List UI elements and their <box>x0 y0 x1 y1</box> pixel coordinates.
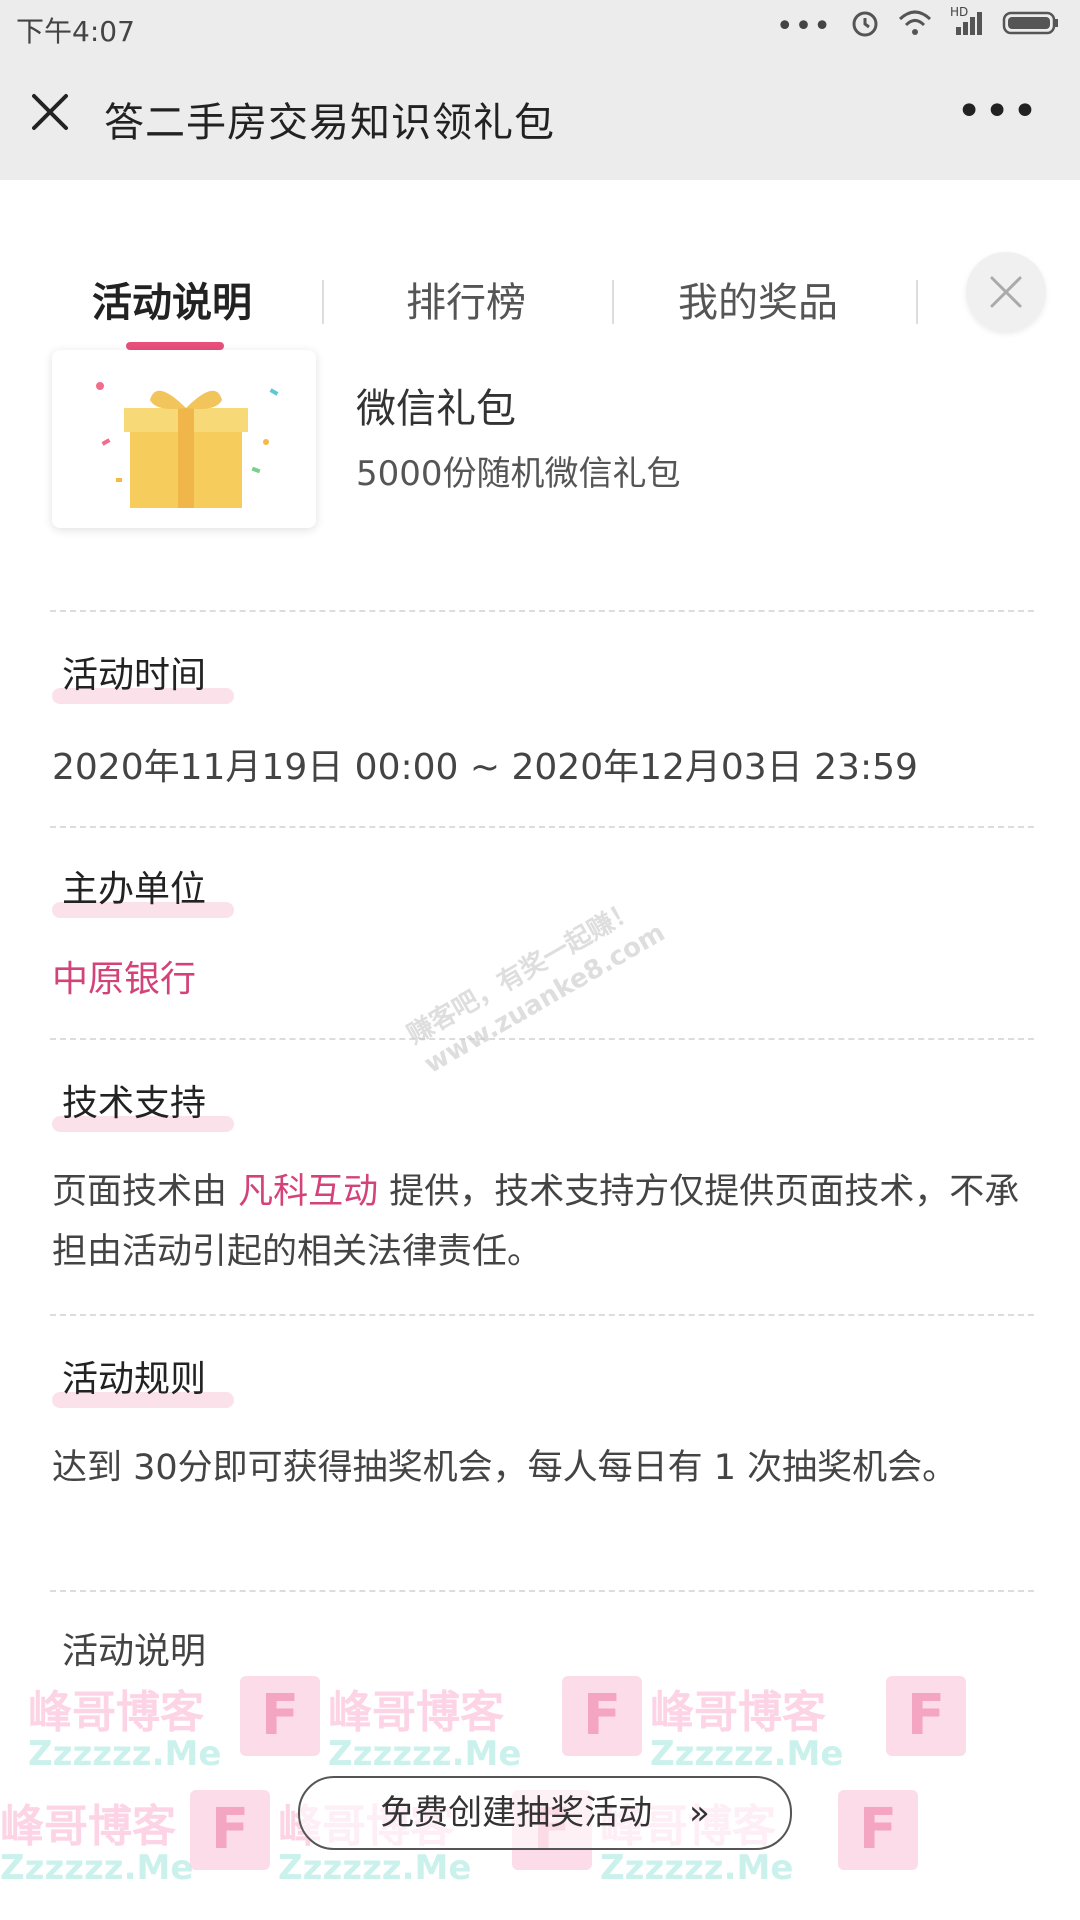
rules-text: 达到 30分即可获得抽奖机会，每人每日有 1 次抽奖机会。 <box>52 1448 958 1488</box>
page-title: 答二手房交易知识领礼包 <box>104 100 555 146</box>
watermark-row: 峰哥博客 Zzzzzz.Me F 峰哥博客 Zzzzzz.Me F 峰哥博客 Z… <box>0 1676 1080 1774</box>
tab-leaderboard[interactable]: 排行榜 <box>406 270 526 328</box>
watermark-brand: 峰哥博客 <box>0 1801 176 1852</box>
watermark-brand: 峰哥博客 <box>28 1687 204 1738</box>
close-icon <box>990 276 1022 308</box>
tab-divider <box>322 280 324 324</box>
tab-my-prizes[interactable]: 我的奖品 <box>678 270 838 328</box>
watermark-logo: F <box>838 1790 918 1870</box>
create-lottery-label: 免费创建抽奖活动 <box>380 1793 653 1833</box>
prize-description: 5000份随机微信礼包 <box>356 454 681 494</box>
tech-text-before: 页面技术由 <box>52 1172 239 1212</box>
watermark-tile: F 峰哥博客 Zzzzzz.Me <box>562 1676 862 1774</box>
tab-activity-description[interactable]: 活动说明 <box>92 270 252 328</box>
active-tab-indicator <box>126 342 224 350</box>
panel-close-button[interactable] <box>966 252 1046 332</box>
activity-panel: 活动说明 排行榜 我的奖品 微信礼包 5000份随机微信礼包 活动时间 2020… <box>0 180 1080 1920</box>
chevron-right-icon: » <box>689 1793 710 1833</box>
tab-divider <box>612 280 614 324</box>
create-lottery-button[interactable]: 免费创建抽奖活动 » <box>298 1776 792 1850</box>
close-icon[interactable] <box>28 90 72 134</box>
section-title-rules: 活动规则 <box>62 1359 207 1400</box>
watermark-logo: F <box>886 1676 966 1756</box>
section-divider <box>50 610 1034 612</box>
tech-provider-link[interactable]: 凡科互动 <box>238 1172 378 1212</box>
app-bar: 答二手房交易知识领礼包 ••• <box>0 56 1080 180</box>
alarm-icon <box>850 8 880 45</box>
watermark-tile: F <box>838 1790 1080 1886</box>
watermark-sub: Zzzzzz.Me <box>650 1734 844 1774</box>
watermark-sub: Zzzzzz.Me <box>600 1848 794 1888</box>
signal-icon: HD <box>950 5 984 44</box>
section-title-tech: 技术支持 <box>62 1083 207 1124</box>
wifi-icon <box>898 9 932 44</box>
prize-image-card <box>52 350 316 528</box>
section-divider <box>50 1590 1034 1592</box>
section-title-organizer: 主办单位 <box>62 869 207 910</box>
watermark-brand: 峰哥博客 <box>650 1687 826 1738</box>
watermark-tile: F <box>886 1676 1080 1772</box>
more-dots-icon: ••• <box>775 9 832 44</box>
section-title-description: 活动说明 <box>62 1631 207 1672</box>
activity-time-text: 2020年11月19日 00:00 ~ 2020年12月03日 23:59 <box>52 747 918 788</box>
more-menu-button[interactable]: ••• <box>956 86 1040 137</box>
section-divider <box>50 1038 1034 1040</box>
watermark-sub: Zzzzzz.Me <box>328 1734 522 1774</box>
section-title-time: 活动时间 <box>62 655 207 696</box>
watermark-logo: F <box>190 1790 270 1870</box>
gift-icon <box>96 382 279 508</box>
section-divider <box>50 1314 1034 1316</box>
watermark-sub: Zzzzzz.Me <box>28 1734 222 1774</box>
watermark-sub: Zzzzzz.Me <box>0 1848 194 1888</box>
watermark-brand: 峰哥博客 <box>328 1687 504 1738</box>
watermark-logo: F <box>562 1676 642 1756</box>
status-time: 下午4:07 <box>16 15 135 48</box>
watermark-tile: F 峰哥博客 Zzzzzz.Me <box>240 1676 540 1774</box>
signal-hd-label: HD <box>950 5 969 19</box>
tab-divider <box>916 280 918 324</box>
watermark-sub: Zzzzzz.Me <box>278 1848 472 1888</box>
watermark-tile: 峰哥博客 Zzzzzz.Me <box>0 1676 240 1774</box>
status-bar: 下午4:07 ••• HD <box>0 0 1080 56</box>
battery-icon <box>1002 10 1060 43</box>
status-icons: ••• HD <box>775 5 1060 45</box>
tech-support-text: 页面技术由 凡科互动 提供，技术支持方仅提供页面技术，不承担由活动引起的相关法律… <box>52 1162 1032 1282</box>
watermark-logo: F <box>240 1676 320 1756</box>
watermark-tile: 峰哥博客 Zzzzzz.Me <box>0 1790 212 1888</box>
prize-name: 微信礼包 <box>356 386 516 432</box>
section-divider <box>50 826 1034 828</box>
